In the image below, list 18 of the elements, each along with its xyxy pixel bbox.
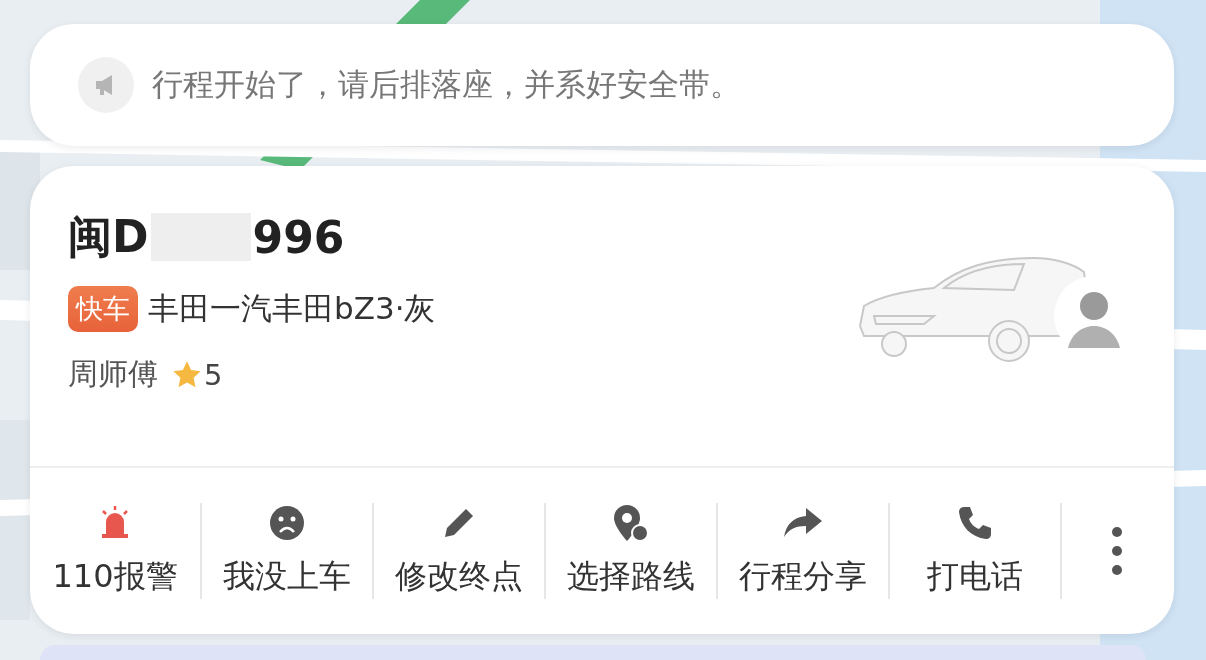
plate-number: 闽D bbox=[68, 209, 149, 264]
action-button[interactable]: 我没上车 bbox=[202, 503, 374, 599]
action-button[interactable]: 110报警 bbox=[30, 503, 202, 599]
more-icon[interactable] bbox=[1110, 526, 1124, 576]
action-button[interactable]: 修改终点 bbox=[374, 503, 546, 599]
sad-face-icon bbox=[269, 505, 305, 541]
action-button[interactable]: 打电话 bbox=[890, 503, 1062, 599]
megaphone-icon bbox=[78, 57, 134, 113]
action-button[interactable]: 行程分享 bbox=[718, 503, 890, 599]
plate-number: 996 bbox=[252, 211, 345, 263]
star-icon bbox=[172, 359, 202, 390]
service-tag: 快车 bbox=[68, 286, 138, 332]
notice-text: 行程开始了，请后排落座，并系好安全带。 bbox=[152, 65, 741, 104]
driver-name: 周师傅 bbox=[68, 355, 158, 393]
phone-icon bbox=[957, 505, 993, 541]
driver-rating: 5 bbox=[204, 357, 223, 392]
car-model: 丰田一汽丰田bZ3·灰 bbox=[148, 289, 436, 328]
action-button[interactable]: 选择路线 bbox=[546, 503, 718, 599]
